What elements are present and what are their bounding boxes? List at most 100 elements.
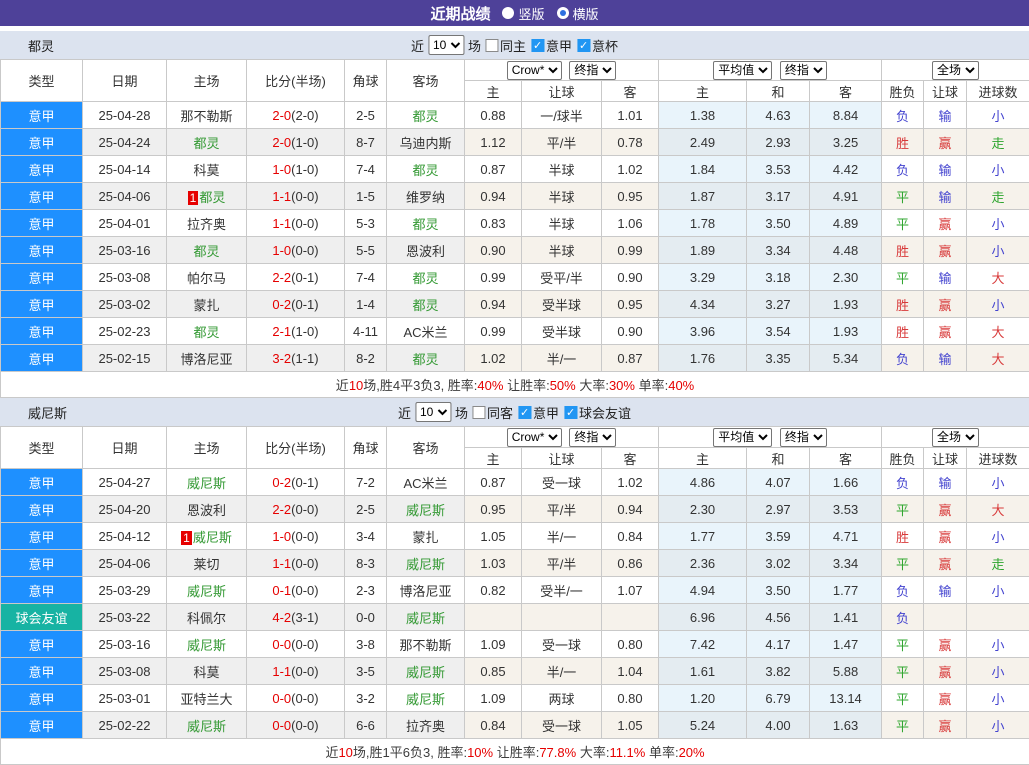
- euro-odds-cell: 4.07: [747, 469, 810, 496]
- league-type-cell: 意甲: [1, 318, 83, 345]
- result-cell: 小: [967, 712, 1029, 739]
- summary-line: 近10场,胜1平6负3, 胜率:10% 让胜率:77.8% 大率:11.1% 单…: [1, 739, 1029, 765]
- filter-checkbox-cup[interactable]: 意杯: [577, 36, 618, 55]
- subcol-home-odds: 主: [465, 81, 522, 102]
- recent-count-select[interactable]: 10: [428, 35, 464, 55]
- handicap-odds-cell: 半球: [522, 156, 602, 183]
- euro-odds-cell: 4.63: [747, 102, 810, 129]
- home-team-cell: 那不勒斯: [167, 102, 247, 129]
- result-cell: 输: [924, 577, 967, 604]
- match-row: 意甲25-04-14科莫1-0(1-0)7-4都灵0.87半球1.021.843…: [1, 156, 1029, 183]
- halftime-score: (0-0): [291, 583, 318, 598]
- odds-provider-select[interactable]: Crow*: [507, 61, 562, 80]
- euro-odds-cell: 1.61: [659, 658, 747, 685]
- result-cell: 赢: [924, 712, 967, 739]
- handicap-odds-cell: 1.01: [602, 102, 659, 129]
- home-team-cell: 莱切: [167, 550, 247, 577]
- home-team-name: 莱切: [193, 557, 219, 572]
- result-cell: 小: [967, 237, 1029, 264]
- euro-provider-select[interactable]: 平均值: [713, 61, 772, 80]
- result-cell: [924, 604, 967, 631]
- league-type-cell: 意甲: [1, 550, 83, 577]
- subcol-goals: 进球数: [967, 81, 1029, 102]
- euro-odds-cell: 4.48: [810, 237, 882, 264]
- recent-count-select[interactable]: 10: [415, 402, 451, 422]
- away-team-name: 博洛尼亚: [399, 584, 451, 599]
- handicap-odds-cell: 0.87: [465, 156, 522, 183]
- euro-odds-cell: 4.56: [747, 604, 810, 631]
- odds-provider-select[interactable]: Crow*: [507, 428, 562, 447]
- radio-icon[interactable]: [502, 7, 514, 19]
- league-type-cell: 意甲: [1, 577, 83, 604]
- checkbox-icon[interactable]: [577, 39, 590, 52]
- scope-select[interactable]: 全场: [932, 61, 979, 80]
- halftime-score: (0-0): [291, 189, 318, 204]
- match-row: 意甲25-03-29威尼斯0-1(0-0)2-3博洛尼亚0.82受半/一1.07…: [1, 577, 1029, 604]
- radio-horizontal-label: 横版: [573, 4, 599, 23]
- handicap-odds-cell: 受半球: [522, 291, 602, 318]
- checkbox-icon[interactable]: [485, 39, 498, 52]
- col-header-score: 比分(半场): [247, 427, 345, 469]
- checkbox-icon[interactable]: [518, 406, 531, 419]
- checkbox-icon[interactable]: [531, 39, 544, 52]
- away-team-cell: 博洛尼亚: [387, 577, 465, 604]
- filter-checkbox-league[interactable]: 意甲: [518, 403, 559, 422]
- odds-time-select[interactable]: 终指: [569, 61, 616, 80]
- radio-icon[interactable]: [557, 7, 569, 19]
- match-date-cell: 25-04-24: [83, 129, 167, 156]
- match-date-cell: 25-03-08: [83, 658, 167, 685]
- score-cell: 0-0(0-0): [247, 685, 345, 712]
- match-date-cell: 25-04-01: [83, 210, 167, 237]
- home-team-cell: 威尼斯: [167, 577, 247, 604]
- score-cell: 2-0(2-0): [247, 102, 345, 129]
- filter-checkbox-same-venue[interactable]: 同主: [485, 36, 526, 55]
- away-team-cell: 乌迪内斯: [387, 129, 465, 156]
- euro-time-select[interactable]: 终指: [780, 428, 827, 447]
- result-cell: 负: [882, 604, 924, 631]
- euro-odds-cell: 3.50: [747, 210, 810, 237]
- league-type-cell: 意甲: [1, 712, 83, 739]
- corner-cell: 0-0: [345, 604, 387, 631]
- handicap-odds-cell: 受一球: [522, 712, 602, 739]
- home-team-cell: 帕尔马: [167, 264, 247, 291]
- euro-odds-cell: 2.49: [659, 129, 747, 156]
- halftime-score: (0-1): [291, 270, 318, 285]
- filter-checkbox-league[interactable]: 意甲: [531, 36, 572, 55]
- euro-provider-select[interactable]: 平均值: [713, 428, 772, 447]
- result-cell: 平: [882, 658, 924, 685]
- match-row: 意甲25-04-20恩波利2-2(0-0)2-5威尼斯0.95平/半0.942.…: [1, 496, 1029, 523]
- home-team-cell: 科莫: [167, 658, 247, 685]
- handicap-odds-cell: 平/半: [522, 550, 602, 577]
- match-date-cell: 25-03-16: [83, 631, 167, 658]
- filter-checkbox-same-venue[interactable]: 同客: [472, 403, 513, 422]
- euro-odds-cell: 2.30: [810, 264, 882, 291]
- result-cell: 小: [967, 291, 1029, 318]
- checkbox-icon[interactable]: [472, 406, 485, 419]
- home-team-cell: 科佩尔: [167, 604, 247, 631]
- euro-odds-cell: 5.88: [810, 658, 882, 685]
- result-cell: 胜: [882, 523, 924, 550]
- scope-select[interactable]: 全场: [932, 428, 979, 447]
- handicap-odds-cell: 一/球半: [522, 102, 602, 129]
- home-team-cell: 科莫: [167, 156, 247, 183]
- radio-horizontal-layout[interactable]: 横版: [557, 4, 599, 23]
- radio-vertical-layout[interactable]: 竖版: [502, 4, 544, 23]
- match-row: 意甲25-04-27威尼斯0-2(0-1)7-2AC米兰0.87受一球1.024…: [1, 469, 1029, 496]
- home-team-name: 那不勒斯: [180, 109, 232, 124]
- checkbox-label: 意杯: [592, 36, 618, 55]
- match-date-cell: 25-03-08: [83, 264, 167, 291]
- result-cell: 胜: [882, 237, 924, 264]
- euro-odds-cell: 1.20: [659, 685, 747, 712]
- filter-checkbox-cup[interactable]: 球会友谊: [564, 403, 631, 422]
- euro-odds-cell: 1.87: [659, 183, 747, 210]
- result-cell: 小: [967, 156, 1029, 183]
- euro-time-select[interactable]: 终指: [780, 61, 827, 80]
- euro-odds-cell: 7.42: [659, 631, 747, 658]
- result-cell: 小: [967, 469, 1029, 496]
- odds-time-select[interactable]: 终指: [569, 428, 616, 447]
- euro-odds-cell: 3.27: [747, 291, 810, 318]
- halftime-score: (0-0): [291, 529, 318, 544]
- fulltime-score: 1-0: [272, 529, 291, 544]
- handicap-odds-cell: 0.83: [465, 210, 522, 237]
- checkbox-icon[interactable]: [564, 406, 577, 419]
